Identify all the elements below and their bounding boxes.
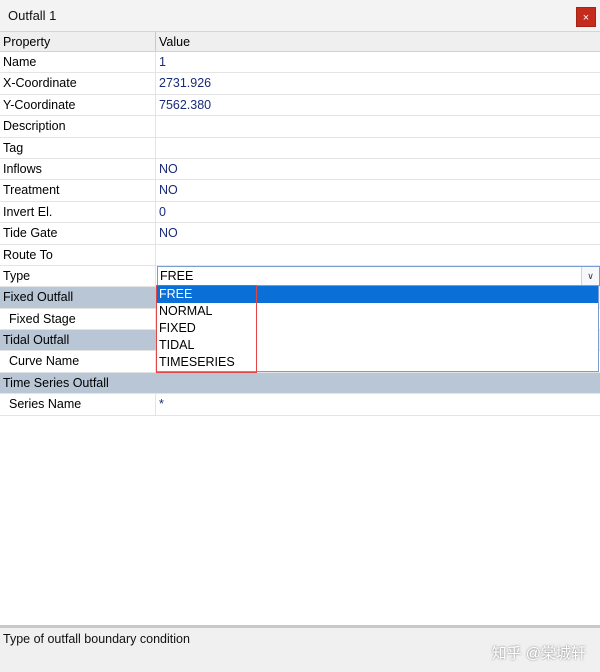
property-value[interactable]: NO [157, 223, 600, 243]
watermark: 知乎 @棠城轩 [491, 645, 586, 662]
property-value[interactable] [157, 138, 600, 158]
close-button[interactable]: × [576, 7, 596, 27]
option-fixed[interactable]: FIXED [157, 320, 598, 337]
row-invert-el[interactable]: Invert El. 0 [0, 201, 600, 224]
row-tide-gate[interactable]: Tide Gate NO [0, 223, 600, 245]
group-time-series-outfall[interactable]: Time Series Outfall [0, 372, 600, 395]
grid-header: Property Value [0, 32, 600, 52]
row-route-to[interactable]: Route To [0, 244, 600, 266]
dropdown-button[interactable]: ∨ [581, 266, 599, 286]
property-value[interactable] [157, 245, 600, 265]
window-title: Outfall 1 [8, 8, 57, 23]
property-name: Type [0, 265, 156, 287]
row-tag[interactable]: Tag [0, 137, 600, 159]
chevron-down-icon: ∨ [587, 270, 594, 281]
property-value[interactable]: 0 [157, 202, 600, 222]
type-dropdown-list[interactable]: FREE NORMAL FIXED TIDAL TIMESERIES [156, 285, 599, 372]
property-name: Name [0, 52, 156, 73]
property-name: Treatment [0, 180, 156, 201]
property-name: X-Coordinate [0, 73, 156, 94]
property-column-header: Property [0, 32, 156, 51]
option-timeseries[interactable]: TIMESERIES [157, 354, 598, 371]
type-select-value: FREE [160, 268, 194, 283]
row-description[interactable]: Description [0, 116, 600, 138]
property-name: Series Name [0, 394, 156, 415]
property-value[interactable]: 7562.380 [157, 95, 600, 115]
option-normal[interactable]: NORMAL [157, 303, 598, 320]
close-icon: × [582, 12, 590, 24]
status-text: Type of outfall boundary condition [3, 632, 190, 646]
row-inflows[interactable]: Inflows NO [0, 158, 600, 181]
group-label: Tidal Outfall [0, 330, 156, 351]
property-value[interactable] [157, 116, 600, 136]
row-x-coordinate[interactable]: X-Coordinate 2731.926 [0, 73, 600, 95]
property-name: Y-Coordinate [0, 94, 156, 116]
property-value[interactable]: NO [157, 159, 600, 179]
property-name: Fixed Stage [0, 308, 156, 330]
value-column-header: Value [159, 35, 191, 49]
title-bar: Outfall 1 × [0, 0, 600, 32]
property-name: Tide Gate [0, 223, 156, 244]
row-series-name[interactable]: Series Name * [0, 394, 600, 416]
property-name: Description [0, 116, 156, 137]
option-free[interactable]: FREE [157, 286, 598, 303]
property-name: Inflows [0, 158, 156, 180]
type-select[interactable]: FREE ∨ [157, 265, 600, 287]
property-name: Invert El. [0, 201, 156, 223]
row-name[interactable]: Name 1 [0, 52, 600, 74]
row-treatment[interactable]: Treatment NO [0, 180, 600, 202]
property-value[interactable]: * [157, 394, 600, 414]
row-y-coordinate[interactable]: Y-Coordinate 7562.380 [0, 94, 600, 117]
property-name: Tag [0, 137, 156, 158]
property-name: Route To [0, 244, 156, 265]
property-value[interactable]: 1 [157, 52, 600, 72]
group-label: Time Series Outfall [0, 372, 600, 394]
property-name: Curve Name [0, 351, 156, 372]
status-bar: Type of outfall boundary condition 知乎 @棠… [0, 625, 600, 672]
group-label: Fixed Outfall [0, 287, 156, 308]
option-tidal[interactable]: TIDAL [157, 337, 598, 354]
property-value[interactable]: NO [157, 180, 600, 200]
property-value[interactable]: 2731.926 [157, 73, 600, 93]
